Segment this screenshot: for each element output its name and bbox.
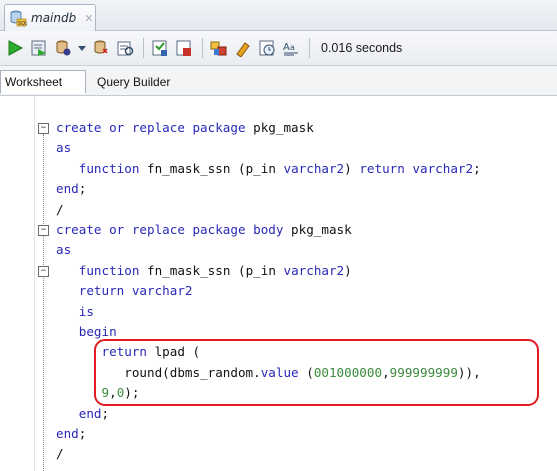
code-area[interactable]: create or replace package pkg_mask as fun…	[0, 96, 557, 471]
document-tab-maindb[interactable]: SQL maindb ✕	[4, 4, 96, 31]
sql-tuning-icon[interactable]	[173, 37, 195, 59]
worksheet-toolbar: Aa 0.016 seconds	[0, 31, 557, 66]
rollback-icon[interactable]	[90, 37, 112, 59]
toolbar-separator	[143, 38, 144, 58]
svg-text:A: A	[283, 42, 290, 53]
code-text: )	[344, 160, 360, 176]
toolbar-separator	[309, 38, 310, 58]
code-line: end;	[56, 424, 86, 444]
run-statement-icon[interactable]	[4, 37, 26, 59]
code-line: create or replace package body pkg_mask	[56, 220, 352, 240]
code-keyword: return varchar2	[359, 160, 474, 176]
autotrace-icon[interactable]	[114, 37, 136, 59]
document-tab-strip: SQL maindb ✕	[0, 0, 557, 31]
tab-worksheet[interactable]: Worksheet	[0, 70, 86, 94]
dropdown-arrow-icon[interactable]	[76, 37, 88, 59]
code-keyword: as	[56, 242, 72, 258]
run-script-icon[interactable]	[28, 37, 50, 59]
explain-plan-icon[interactable]	[149, 37, 171, 59]
highlight-box	[94, 339, 539, 406]
code-keyword: varchar2	[283, 160, 345, 176]
svg-text:a: a	[290, 43, 295, 52]
worksheet-subtabs: Worksheet Query Builder	[0, 66, 557, 96]
code-keyword: end	[78, 405, 102, 421]
code-text: ;	[473, 160, 481, 176]
document-tab-title: maindb	[31, 11, 77, 25]
code-text: )	[344, 262, 352, 278]
code-text: ;	[78, 426, 87, 441]
sql-editor[interactable]: create or replace package pkg_mask as fun…	[0, 96, 557, 471]
database-sql-icon: SQL	[10, 10, 27, 27]
code-keyword: function	[78, 160, 147, 176]
fold-toggle-icon[interactable]: −	[38, 225, 49, 236]
code-text: ;	[78, 181, 87, 197]
unshared-sql-icon[interactable]	[208, 37, 230, 59]
code-line: function fn_mask_ssn (p_in varchar2)	[56, 261, 352, 281]
code-text: fn_mask_ssn (p_in	[147, 262, 284, 278]
clear-icon[interactable]	[232, 37, 254, 59]
code-line: function fn_mask_ssn (p_in varchar2) ret…	[56, 159, 481, 179]
code-line: end;	[56, 179, 86, 199]
code-line: as	[56, 240, 71, 260]
code-keyword: create or replace package body	[56, 222, 292, 237]
fold-guide-line	[43, 134, 44, 224]
code-keyword: begin	[78, 324, 117, 339]
code-keyword: return varchar2	[78, 283, 193, 299]
fold-toggle-icon[interactable]: −	[38, 123, 49, 134]
code-text: /	[56, 446, 64, 462]
tab-query-builder[interactable]: Query Builder	[97, 70, 170, 94]
code-keyword: varchar2	[283, 262, 345, 278]
code-keyword: function	[78, 262, 147, 278]
execution-time: 0.016 seconds	[321, 41, 403, 55]
history-icon[interactable]	[256, 37, 278, 59]
code-keyword: end	[56, 426, 79, 441]
code-text: ;	[101, 405, 110, 421]
code-text: /	[56, 201, 64, 217]
toolbar-separator	[202, 38, 203, 58]
code-line: as	[56, 138, 71, 158]
code-keyword: end	[56, 181, 79, 197]
format-text-icon[interactable]: Aa	[280, 37, 302, 59]
code-text: pkg_mask	[291, 222, 352, 237]
commit-icon[interactable]	[52, 37, 74, 59]
code-text: pkg_mask	[253, 120, 314, 135]
code-text: fn_mask_ssn (p_in	[147, 160, 284, 176]
code-line: return varchar2	[56, 281, 193, 301]
code-keyword: create or replace package	[56, 120, 254, 135]
code-line: /	[56, 200, 64, 220]
fold-toggle-icon[interactable]: −	[38, 265, 49, 277]
code-line: /	[56, 444, 64, 464]
code-keyword: is	[78, 303, 94, 319]
code-line: end;	[56, 404, 109, 424]
code-line: create or replace package pkg_mask	[56, 118, 314, 138]
code-keyword: as	[56, 140, 72, 156]
code-line: is	[56, 302, 94, 322]
close-icon[interactable]: ✕	[84, 12, 93, 25]
svg-text:SQL: SQL	[18, 21, 27, 27]
